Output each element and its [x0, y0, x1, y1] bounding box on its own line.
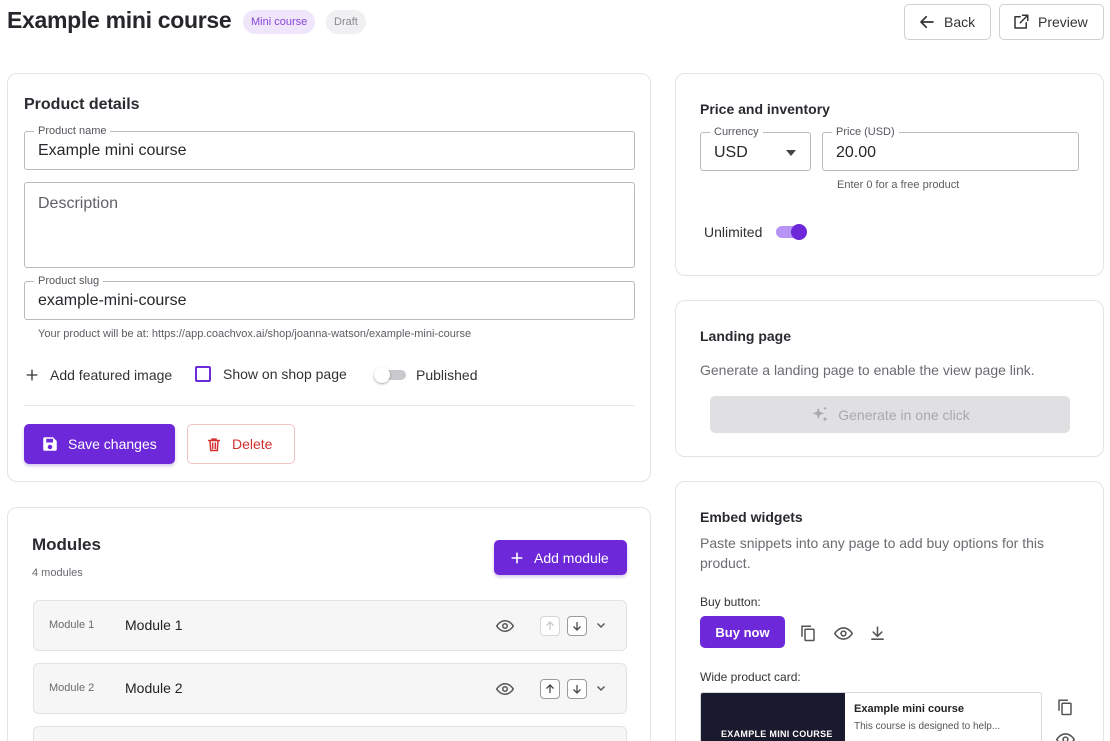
- status-badge: Draft: [326, 10, 366, 34]
- price-field[interactable]: Price (USD) 20.00: [822, 125, 1079, 171]
- move-down-button[interactable]: [567, 679, 587, 699]
- published-toggle[interactable]: [374, 366, 406, 384]
- arrow-up-icon: [546, 684, 554, 693]
- modules-title: Modules: [32, 535, 101, 554]
- product-name-field[interactable]: Product name Example mini course: [24, 124, 635, 170]
- dropdown-caret-icon: [786, 150, 796, 156]
- generate-landing-button[interactable]: Generate in one click: [710, 396, 1070, 433]
- module-name: Module 2: [125, 680, 183, 696]
- product-name-label: Product name: [34, 124, 111, 138]
- eye-icon[interactable]: [832, 622, 854, 644]
- wide-card-image-text: EXAMPLE MINI COURSE: [721, 729, 833, 739]
- currency-select[interactable]: Currency USD: [700, 125, 811, 171]
- show-on-shop-checkbox-row[interactable]: Show on shop page: [195, 366, 347, 382]
- chevron-down-icon[interactable]: [593, 679, 609, 697]
- delete-label: Delete: [232, 436, 273, 452]
- module-row[interactable]: [33, 726, 627, 741]
- unlimited-toggle-row[interactable]: Unlimited: [704, 223, 808, 241]
- save-changes-label: Save changes: [68, 436, 157, 452]
- buy-now-preview-button[interactable]: Buy now: [700, 616, 785, 648]
- arrow-down-icon: [573, 622, 581, 631]
- add-module-button[interactable]: Add module: [494, 540, 627, 575]
- embed-widgets-title: Embed widgets: [700, 509, 803, 525]
- add-featured-image-label: Add featured image: [50, 367, 173, 383]
- unlimited-toggle[interactable]: [776, 223, 808, 241]
- plus-icon: [26, 369, 38, 381]
- unlimited-label: Unlimited: [704, 224, 763, 240]
- description-field[interactable]: Description: [24, 182, 635, 268]
- embed-widgets-card: Embed widgets Paste snippets into any pa…: [675, 481, 1104, 741]
- arrow-left-icon: [920, 15, 934, 29]
- back-button-label: Back: [944, 14, 976, 30]
- save-icon: [43, 437, 57, 451]
- landing-page-title: Landing page: [700, 328, 791, 344]
- trash-icon: [207, 437, 221, 451]
- product-url-hint: Your product will be at: https://app.coa…: [38, 328, 472, 340]
- page-title: Example mini course: [7, 7, 232, 33]
- modules-card: Modules 4 modules Add module Module 1 Mo…: [7, 507, 651, 741]
- module-name: Module 1: [125, 617, 183, 633]
- published-label: Published: [416, 367, 478, 383]
- external-link-icon: [1014, 14, 1029, 29]
- delete-button[interactable]: Delete: [187, 424, 295, 464]
- currency-label: Currency: [710, 125, 763, 139]
- product-name-value: Example mini course: [38, 142, 187, 159]
- copy-icon[interactable]: [797, 622, 819, 644]
- copy-icon[interactable]: [1054, 696, 1076, 718]
- show-on-shop-checkbox[interactable]: [195, 366, 211, 382]
- module-number: Module 2: [49, 682, 95, 694]
- price-inventory-title: Price and inventory: [700, 101, 830, 117]
- landing-page-card: Landing page Generate a landing page to …: [675, 300, 1104, 457]
- price-label: Price (USD): [832, 125, 899, 139]
- sparkles-icon: [812, 406, 828, 422]
- divider: [24, 405, 635, 406]
- move-up-button[interactable]: [540, 679, 560, 699]
- embed-widgets-description: Paste snippets into any page to add buy …: [700, 535, 1045, 571]
- eye-icon[interactable]: [495, 679, 515, 699]
- product-type-badge: Mini course: [243, 10, 316, 34]
- price-value: 20.00: [836, 144, 877, 161]
- module-row[interactable]: Module 2 Module 2: [33, 663, 627, 714]
- product-details-title: Product details: [24, 96, 140, 113]
- chevron-down-icon[interactable]: [593, 616, 609, 634]
- wide-product-card-preview: EXAMPLE MINI COURSE Example mini course …: [700, 692, 1042, 741]
- price-hint: Enter 0 for a free product: [837, 179, 960, 191]
- module-row[interactable]: Module 1 Module 1: [33, 600, 627, 651]
- wide-card-title: Example mini course: [854, 703, 965, 715]
- unlimited-toggle-thumb: [791, 224, 808, 240]
- product-slug-field[interactable]: Product slug example-mini-course: [24, 274, 635, 320]
- modules-count: 4 modules: [32, 567, 83, 579]
- product-slug-label: Product slug: [34, 274, 104, 288]
- published-toggle-thumb: [374, 367, 390, 383]
- eye-icon[interactable]: [1054, 728, 1076, 741]
- plus-icon: [511, 552, 523, 563]
- add-module-label: Add module: [534, 549, 609, 566]
- wide-card-image: EXAMPLE MINI COURSE: [701, 693, 845, 741]
- preview-button-label: Preview: [1038, 14, 1088, 30]
- published-toggle-row[interactable]: Published: [374, 366, 478, 384]
- landing-page-description: Generate a landing page to enable the vi…: [700, 362, 1035, 378]
- module-number: Module 1: [49, 619, 95, 631]
- wide-card-section-label: Wide product card:: [700, 670, 801, 684]
- price-inventory-card: Price and inventory Currency USD Price (…: [675, 73, 1104, 276]
- arrow-up-icon: [546, 621, 554, 630]
- description-placeholder: Description: [38, 195, 119, 212]
- product-details-card: Product details Product name Example min…: [7, 73, 651, 482]
- product-slug-value: example-mini-course: [38, 292, 187, 309]
- move-down-button[interactable]: [567, 616, 587, 636]
- back-button[interactable]: Back: [904, 4, 991, 40]
- move-up-button[interactable]: [540, 616, 560, 636]
- preview-button[interactable]: Preview: [999, 4, 1104, 40]
- generate-landing-label: Generate in one click: [838, 406, 970, 423]
- wide-card-description: This course is designed to help...: [854, 721, 1001, 732]
- eye-icon[interactable]: [495, 616, 515, 636]
- arrow-down-icon: [573, 685, 581, 694]
- download-icon[interactable]: [866, 622, 888, 644]
- currency-value: USD: [714, 144, 748, 161]
- add-featured-image-button[interactable]: Add featured image: [24, 366, 172, 384]
- buy-now-label: Buy now: [715, 624, 770, 640]
- show-on-shop-label: Show on shop page: [223, 366, 347, 382]
- buy-button-section-label: Buy button:: [700, 595, 761, 609]
- save-changes-button[interactable]: Save changes: [24, 424, 175, 464]
